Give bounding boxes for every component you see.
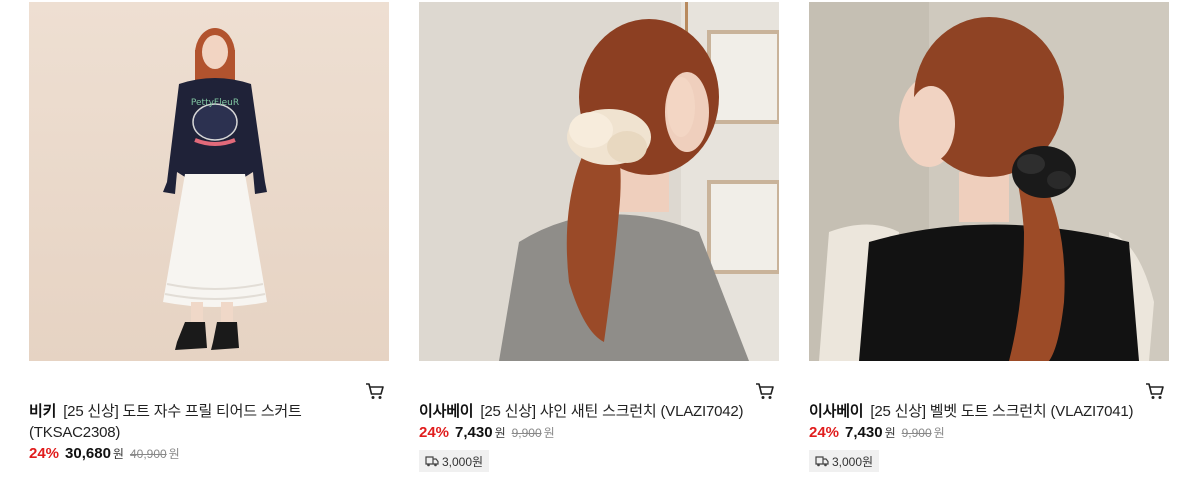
product-title[interactable]: 비키 [25 신상] 도트 자수 프릴 티어드 스커트 (TKSAC2308) bbox=[29, 401, 389, 443]
original-price: 9,900 bbox=[511, 426, 542, 440]
currency-label: 원 bbox=[884, 426, 896, 440]
sale-price: 7,430 bbox=[455, 424, 493, 441]
cart-row bbox=[809, 361, 1169, 401]
original-currency-label: 원 bbox=[933, 426, 945, 440]
shipping-badge: 3,000원 bbox=[809, 450, 880, 472]
original-price: 40,900 bbox=[129, 447, 167, 461]
currency-label: 원 bbox=[112, 447, 124, 461]
product-card: PettyFleuR 비키 [25 신상] 도트 자수 프릴 티어드 스커트 (T… bbox=[29, 2, 389, 467]
product-image[interactable]: PettyFleuR bbox=[29, 2, 389, 361]
cart-icon[interactable] bbox=[1145, 381, 1165, 401]
discount-rate: 24% bbox=[809, 424, 840, 441]
truck-icon bbox=[815, 456, 829, 467]
product-name[interactable]: [25 신상] 샤인 새틴 스크런치 (VLAZI7042) bbox=[480, 403, 743, 420]
discount-rate: 24% bbox=[419, 424, 450, 441]
shipping-fee: 3,000원 bbox=[832, 454, 874, 469]
product-name[interactable]: [25 신상] 도트 자수 프릴 티어드 스커트 (TKSAC2308) bbox=[29, 403, 302, 441]
product-brand[interactable]: 이사베이 bbox=[419, 403, 474, 420]
product-brand[interactable]: 이사베이 bbox=[809, 403, 864, 420]
cart-icon[interactable] bbox=[365, 381, 385, 401]
shipping-badge: 3,000원 bbox=[419, 450, 490, 472]
original-price: 9,900 bbox=[901, 426, 932, 440]
currency-label: 원 bbox=[494, 426, 506, 440]
svg-text:PettyFleuR: PettyFleuR bbox=[191, 98, 239, 108]
sale-price: 7,430 bbox=[845, 424, 883, 441]
original-currency-label: 원 bbox=[168, 447, 180, 461]
product-name[interactable]: [25 신상] 벨벳 도트 스크런치 (VLAZI7041) bbox=[870, 403, 1133, 420]
product-card: 이사베이 [25 신상] 샤인 새틴 스크런치 (VLAZI7042) 24% 7… bbox=[419, 2, 779, 472]
product-image[interactable] bbox=[419, 2, 779, 361]
cart-row bbox=[419, 361, 779, 401]
truck-icon bbox=[425, 456, 439, 467]
product-card: 이사베이 [25 신상] 벨벳 도트 스크런치 (VLAZI7041) 24% 7… bbox=[809, 2, 1169, 472]
sale-price: 30,680 bbox=[65, 445, 111, 462]
price-row: 24% 30,680 원 40,900 원 bbox=[29, 445, 389, 467]
product-title[interactable]: 이사베이 [25 신상] 벨벳 도트 스크런치 (VLAZI7041) bbox=[809, 401, 1169, 422]
shipping-fee: 3,000원 bbox=[442, 454, 484, 469]
cart-icon[interactable] bbox=[755, 381, 775, 401]
discount-rate: 24% bbox=[29, 445, 60, 462]
product-image[interactable] bbox=[809, 2, 1169, 361]
cart-row bbox=[29, 361, 389, 401]
original-currency-label: 원 bbox=[543, 426, 555, 440]
price-row: 24% 7,430 원 9,900 원 bbox=[809, 424, 1169, 446]
price-row: 24% 7,430 원 9,900 원 bbox=[419, 424, 779, 446]
product-title[interactable]: 이사베이 [25 신상] 샤인 새틴 스크런치 (VLAZI7042) bbox=[419, 401, 779, 422]
product-brand[interactable]: 비키 bbox=[29, 403, 56, 420]
